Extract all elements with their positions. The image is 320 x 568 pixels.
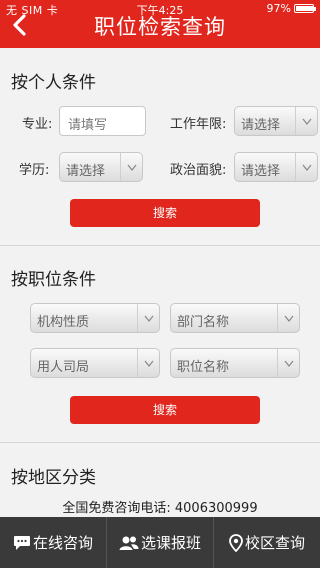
political-select-value: 请选择 [241, 164, 281, 179]
tab-campus-search[interactable]: 校区查询 [214, 517, 320, 568]
employer-value: 用人司局 [37, 360, 90, 375]
political-select[interactable]: 请选择 [234, 152, 318, 182]
job-name-select[interactable]: 职位名称 [170, 348, 300, 378]
bottom-tab-bar: 在线咨询 选课报班 校区查询 [0, 517, 320, 568]
map-pin-icon [229, 533, 243, 552]
nav-header: 无 SIM 卡 下午4:25 97% 职位检索查询 [0, 0, 320, 48]
tab-course-enroll-label: 选课报班 [140, 534, 201, 552]
edu-label: 学历: [19, 163, 50, 178]
major-label: 专业: [22, 117, 53, 132]
political-label: 政治面貌: [170, 163, 227, 178]
users-icon [119, 536, 139, 550]
section-divider [0, 442, 320, 443]
years-select[interactable]: 请选择 [234, 106, 318, 136]
search-button-personal[interactable]: 搜索 [70, 199, 260, 227]
chevron-down-icon [277, 304, 299, 332]
chat-bubble-icon [13, 535, 30, 550]
tab-course-enroll[interactable]: 选课报班 [107, 517, 214, 568]
chevron-down-icon [277, 349, 299, 377]
years-select-value: 请选择 [241, 118, 281, 133]
org-type-select[interactable]: 机构性质 [30, 303, 160, 333]
section-title-region[interactable]: 按地区分类 [11, 463, 96, 488]
hotline-text[interactable]: 全国免费咨询电话: 4006300999 [0, 497, 320, 516]
employer-select[interactable]: 用人司局 [30, 348, 160, 378]
tab-online-consult-label: 在线咨询 [32, 534, 93, 552]
search-button-position[interactable]: 搜索 [70, 396, 260, 424]
section-title-position: 按职位条件 [11, 270, 96, 290]
dept-name-select[interactable]: 部门名称 [170, 303, 300, 333]
section-divider [0, 245, 320, 246]
page-title: 职位检索查询 [94, 15, 226, 39]
chevron-down-icon [295, 107, 317, 135]
tab-online-consult[interactable]: 在线咨询 [0, 517, 107, 568]
edu-select[interactable]: 请选择 [59, 152, 143, 182]
years-label: 工作年限: [170, 117, 227, 132]
major-input[interactable]: 请填写 [59, 106, 146, 136]
org-type-value: 机构性质 [37, 315, 90, 330]
dept-name-value: 部门名称 [177, 315, 230, 330]
tab-campus-search-label: 校区查询 [244, 534, 305, 552]
section-title-personal: 按个人条件 [11, 73, 96, 93]
chevron-down-icon [120, 153, 142, 181]
chevron-down-icon [137, 304, 159, 332]
job-name-value: 职位名称 [177, 360, 230, 375]
edu-select-value: 请选择 [66, 164, 106, 179]
chevron-down-icon [295, 153, 317, 181]
chevron-down-icon [137, 349, 159, 377]
